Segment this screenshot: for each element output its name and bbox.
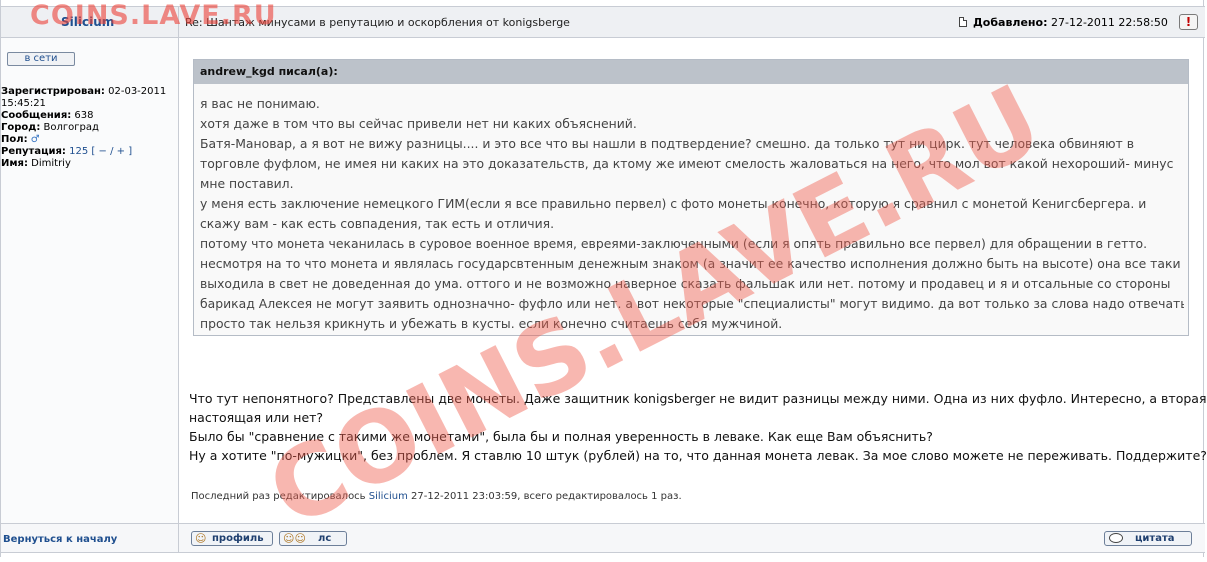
- gender-row: Пол: ♂: [1, 134, 177, 146]
- reputation-value[interactable]: 125: [69, 146, 88, 157]
- user-icon: ☺: [195, 532, 207, 545]
- posts-label: Сообщения:: [1, 110, 72, 121]
- reputation-separator: /: [110, 146, 114, 157]
- city-row: Город: Волгоград: [1, 122, 177, 134]
- profile-button[interactable]: ☺ профиль: [191, 531, 273, 546]
- reputation-minus-link[interactable]: −: [98, 146, 106, 157]
- city-value: Волгоград: [43, 122, 99, 133]
- male-icon: ♂: [30, 134, 40, 145]
- post-added: Добавлено: 27-12-2011 22:58:50: [973, 16, 1168, 29]
- post-document-icon[interactable]: [959, 17, 967, 27]
- speech-bubble-icon: [1109, 533, 1123, 543]
- watermark-top: COINS.LAVE.RU: [30, 0, 277, 31]
- quote-author: andrew_kgd писал(а):: [200, 65, 338, 78]
- reputation-label: Репутация:: [1, 146, 66, 157]
- report-button[interactable]: !: [1179, 14, 1198, 30]
- gender-label: Пол:: [1, 134, 28, 145]
- quote-line: у меня есть заключение немецкого ГИМ(есл…: [200, 196, 1147, 211]
- reputation-close: ]: [128, 146, 133, 157]
- name-row: Имя: Dimitriy: [1, 158, 177, 170]
- registered-label: Зарегистрирован:: [1, 86, 105, 97]
- posts-row: Сообщения: 638: [1, 110, 177, 122]
- reputation-plus-link[interactable]: +: [117, 146, 125, 157]
- posts-value: 638: [74, 110, 94, 121]
- back-to-top-link[interactable]: Вернуться к началу: [3, 534, 117, 545]
- reputation-row: Репутация: 125 [ − / + ]: [1, 146, 177, 158]
- name-value: Dimitriy: [31, 158, 71, 169]
- profile-label: профиль: [212, 533, 264, 544]
- quote-label: цитата: [1135, 533, 1175, 544]
- registered-row: Зарегистрирован: 02-03-2011 15:45:21: [1, 86, 177, 110]
- online-status-button[interactable]: в сети: [7, 52, 75, 66]
- edit-suffix: 27-12-2011 23:03:59, всего редактировало…: [411, 491, 682, 502]
- added-date: 27-12-2011 22:58:50: [1051, 16, 1168, 29]
- added-label: Добавлено:: [973, 16, 1048, 29]
- reputation-open: [: [91, 146, 96, 157]
- author-sidebar: в сети Зарегистрирован: 02-03-2011 15:45…: [1, 38, 179, 523]
- quote-button[interactable]: цитата: [1104, 531, 1192, 546]
- name-label: Имя:: [1, 158, 28, 169]
- city-label: Город:: [1, 122, 41, 133]
- author-info: Зарегистрирован: 02-03-2011 15:45:21 Соо…: [1, 86, 177, 170]
- footer-left-cell: Вернуться к началу: [1, 524, 179, 552]
- quote-line: мне поставил.: [200, 176, 294, 191]
- post-footer: Вернуться к началу ☺ профиль ☺☺ лс цитат…: [1, 523, 1205, 553]
